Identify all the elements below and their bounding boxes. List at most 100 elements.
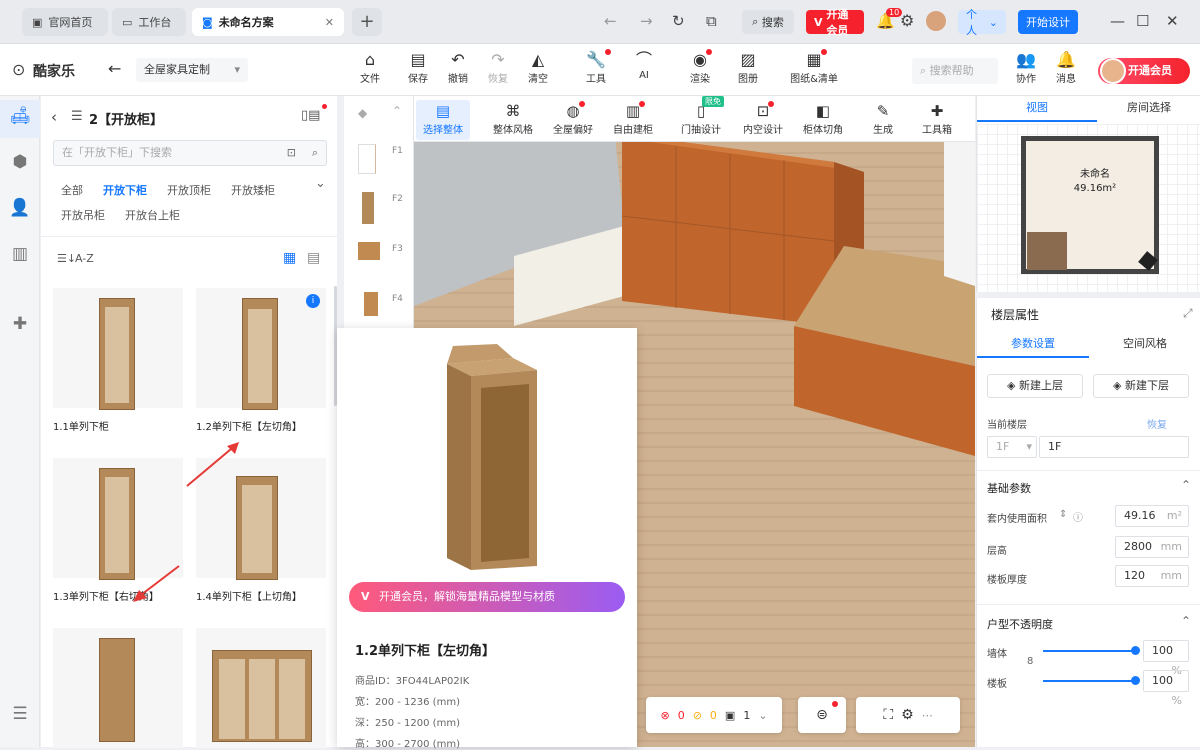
chevron-up-icon[interactable]: ⌃: [392, 104, 402, 118]
tab-home[interactable]: ▣ 官网首页: [22, 8, 108, 36]
slab-opacity-input[interactable]: 100%: [1143, 670, 1189, 707]
messages-button[interactable]: 🔔 消息: [1048, 50, 1084, 85]
chevron-up-icon[interactable]: ⌃: [1181, 478, 1191, 492]
info-icon[interactable]: i: [306, 294, 320, 308]
filter-open-top[interactable]: 开放顶柜: [167, 182, 211, 198]
floor-name-input[interactable]: 1F: [1039, 436, 1189, 458]
filter-open-lower[interactable]: 开放下柜: [103, 182, 147, 198]
wall-opacity-slider[interactable]: [1043, 650, 1135, 652]
chevron-down-icon[interactable]: ⌄: [315, 176, 326, 191]
overall-style-button[interactable]: ⌘ 整体风格: [486, 102, 540, 136]
catalog-search-input[interactable]: 在「开放下柜」下搜索 ⊡ ⌕: [53, 140, 327, 166]
grid-toggle-icon[interactable]: ▯▤: [301, 108, 320, 123]
preference-button[interactable]: ◍ 全屋偏好: [546, 101, 600, 136]
filter-open-counter[interactable]: 开放台上柜: [125, 207, 180, 223]
file-button[interactable]: ⌂ 文件: [352, 50, 388, 85]
maximize-icon[interactable]: ☐: [1136, 12, 1149, 30]
vip-promo-banner[interactable]: V 开通会员，解锁海量精品模型与材质: [349, 582, 625, 612]
refresh-icon[interactable]: ↻: [672, 12, 685, 30]
settings-icon[interactable]: ⚙: [900, 11, 914, 30]
fit-view-icon[interactable]: ⛶: [883, 707, 893, 723]
sort-label[interactable]: A-Z: [75, 252, 94, 265]
new-upper-floor-button[interactable]: ◈ 新建上层: [987, 374, 1083, 398]
back-icon[interactable]: ←: [604, 12, 617, 30]
ai-button[interactable]: ⌒ AI: [626, 50, 662, 81]
drawings-list-button[interactable]: ▦ 图纸&清单: [786, 49, 842, 85]
more-icon[interactable]: ⋯: [922, 709, 933, 722]
door-drawer-button[interactable]: ▯ 门抽设计: [674, 102, 728, 136]
status-bar[interactable]: ⊗ 0 ⊘ 0 ▣ 1 ⌄: [646, 697, 782, 733]
avatar[interactable]: [1100, 58, 1126, 84]
tab-params[interactable]: 参数设置: [977, 330, 1089, 358]
area-input[interactable]: 49.16 m²: [1115, 505, 1189, 527]
cabinet-icon[interactable]: ▥: [8, 244, 32, 268]
menu-icon[interactable]: ☰: [71, 109, 83, 124]
product-card[interactable]: [196, 628, 326, 748]
tab-view[interactable]: 视图: [977, 96, 1097, 122]
tag-icon[interactable]: ◆: [358, 106, 367, 120]
filter-all[interactable]: 全部: [61, 182, 83, 198]
help-search-input[interactable]: ⌕ 搜索帮助: [912, 58, 998, 84]
filter-open-low[interactable]: 开放矮柜: [231, 182, 275, 198]
restore-link[interactable]: 恢复: [1147, 416, 1167, 431]
product-card[interactable]: [53, 628, 183, 748]
browser-search-button[interactable]: ⌕ 搜索: [742, 10, 794, 34]
grid-view-icon[interactable]: ▦: [283, 250, 296, 266]
slab-slider-thumb[interactable]: [1131, 676, 1140, 685]
generate-button[interactable]: ✎ 生成: [856, 102, 910, 136]
project-select[interactable]: 全屋家具定制 ▾: [136, 58, 248, 82]
sofa-icon[interactable]: 🛋: [8, 106, 32, 130]
forward-icon[interactable]: →: [640, 12, 653, 30]
thickness-input[interactable]: 120 mm: [1115, 565, 1189, 587]
tools-button[interactable]: 🔧 工具: [578, 49, 614, 85]
album-button[interactable]: ▨ 图册: [730, 50, 766, 85]
filter-open-wall[interactable]: 开放吊柜: [61, 207, 105, 223]
vip-badge[interactable]: V 开通会员: [806, 8, 864, 37]
minimize-icon[interactable]: —: [1110, 12, 1125, 30]
new-tab-button[interactable]: +: [352, 8, 382, 36]
tab-current-plan[interactable]: ◙ 未命名方案 ✕: [192, 8, 344, 36]
puzzle-icon[interactable]: ✚: [8, 314, 32, 338]
collab-button[interactable]: 👥 协作: [1008, 50, 1044, 85]
copy-icon[interactable]: ⧉: [706, 12, 717, 30]
wall-slider-thumb[interactable]: [1131, 646, 1140, 655]
interior-design-button[interactable]: ⊡ 内空设计: [736, 101, 790, 136]
start-design-button[interactable]: 开始设计: [1018, 10, 1078, 34]
floor-thumb[interactable]: [362, 192, 374, 224]
tab-space-style[interactable]: 空间风格: [1089, 330, 1200, 358]
view-settings-icon[interactable]: ⚙: [901, 707, 914, 723]
badge-icon[interactable]: ⬢: [8, 152, 32, 176]
avatar[interactable]: [926, 11, 946, 31]
tab-room-select[interactable]: 房间选择: [1097, 96, 1200, 122]
new-lower-floor-button[interactable]: ◈ 新建下层: [1093, 374, 1189, 398]
tab-workbench[interactable]: ▭ 工作台: [112, 8, 186, 36]
close-icon[interactable]: ✕: [325, 16, 334, 29]
user-icon[interactable]: 👤: [8, 198, 32, 222]
account-dropdown[interactable]: 个人 ⌄: [958, 8, 1006, 37]
undo-button[interactable]: ↶ 撤销: [440, 50, 476, 85]
camera-search-icon[interactable]: ⊡: [287, 141, 296, 165]
link-icon[interactable]: 8: [1027, 656, 1033, 667]
wall-opacity-input[interactable]: 100%: [1143, 640, 1189, 677]
height-input[interactable]: 2800 mm: [1115, 536, 1189, 558]
toggle-button[interactable]: ⊜: [798, 697, 846, 733]
window-close-icon[interactable]: ✕: [1166, 12, 1179, 30]
toolbox-button[interactable]: ✚ 工具箱: [910, 102, 964, 136]
info-icon[interactable]: ⓘ: [1073, 509, 1083, 524]
floorplan[interactable]: 未命名 49.16m²: [977, 124, 1200, 292]
product-card[interactable]: 1.1单列下柜: [53, 288, 183, 433]
search-icon[interactable]: ⌕: [312, 141, 318, 165]
floor-thumb[interactable]: [358, 242, 380, 260]
product-card[interactable]: i 1.2单列下柜【左切角】: [196, 288, 326, 433]
render-button[interactable]: ◉ 渲染: [682, 49, 718, 85]
free-cabinet-button[interactable]: ▥ 自由建柜: [606, 101, 660, 136]
floor-thumb[interactable]: [364, 292, 378, 316]
back-arrow-icon[interactable]: ←: [108, 59, 121, 78]
select-whole-button[interactable]: ▤ 选择整体: [416, 102, 470, 136]
floor-thumb[interactable]: [358, 144, 376, 174]
sort-icon[interactable]: ☰↓: [57, 252, 76, 265]
clear-button[interactable]: ◭ 清空: [520, 50, 556, 85]
sort-icon[interactable]: ⇕: [1059, 509, 1067, 520]
slab-opacity-slider[interactable]: [1043, 680, 1135, 682]
list-icon[interactable]: ☰: [8, 704, 32, 728]
